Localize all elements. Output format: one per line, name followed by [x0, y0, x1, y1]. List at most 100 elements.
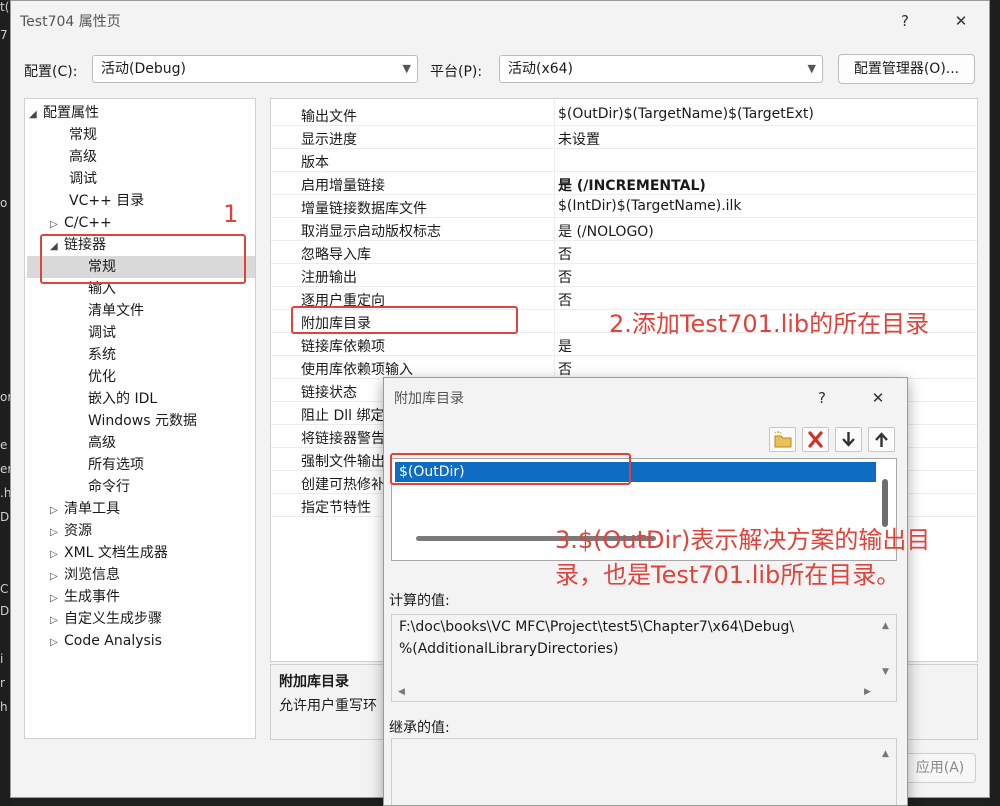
property-name: 强制文件输出 [301, 454, 385, 470]
move-down-button[interactable] [835, 427, 862, 452]
close-button[interactable]: ✕ [943, 7, 979, 35]
new-line-button[interactable] [769, 427, 796, 452]
tree-item-linker-advanced[interactable]: 高级 [88, 432, 116, 454]
property-row[interactable]: 注册输出 否 [271, 264, 977, 287]
property-name: 输出文件 [301, 109, 357, 125]
property-row[interactable]: 输出文件 $(OutDir)$(TargetName)$(TargetExt) [271, 103, 977, 126]
property-row[interactable]: 忽略导入库 否 [271, 241, 977, 264]
help-button[interactable]: ? [806, 384, 838, 412]
property-name: 使用库依赖项输入 [301, 362, 413, 378]
scroll-down-icon[interactable]: ▼ [882, 667, 889, 677]
property-value[interactable]: 未设置 [558, 129, 600, 149]
tree-item-linker-windows-metadata[interactable]: Windows 元数据 [88, 410, 197, 432]
collapsed-icon[interactable]: ▷ [50, 544, 64, 566]
tree-item-linker-debugging[interactable]: 调试 [88, 322, 116, 344]
tree-item-label: 资源 [64, 523, 92, 539]
property-value[interactable]: $(OutDir)$(TargetName)$(TargetExt) [558, 106, 814, 122]
tree-item-config-properties[interactable]: ◢ 配置属性 [29, 102, 99, 124]
property-value[interactable]: 否 [558, 244, 572, 264]
property-name: 链接库依赖项 [301, 339, 385, 355]
scroll-up-icon[interactable]: ▲ [882, 621, 889, 631]
config-label: 配置(C): [24, 64, 78, 80]
scroll-left-icon[interactable]: ◀ [398, 687, 405, 697]
annotation-box-outdir [390, 453, 631, 485]
tree-item-code-analysis[interactable]: ▷ Code Analysis [50, 630, 162, 652]
expanded-icon[interactable]: ◢ [29, 104, 43, 126]
property-value[interactable]: 否 [558, 359, 572, 379]
scroll-up-icon[interactable]: ▲ [882, 749, 889, 759]
property-row[interactable]: 启用增量链接 是 (/INCREMENTAL) [271, 172, 977, 195]
arrow-down-icon [842, 432, 855, 447]
annotation-step3-line2: 录，也是Test701.lib所在目录。 [555, 561, 901, 589]
annotation-step3-line1: 3.$(OutDir)表示解决方案的输出目 [555, 526, 931, 554]
subdialog-title: 附加库目录 [394, 391, 464, 407]
property-row[interactable]: 版本 [271, 149, 977, 172]
scroll-right-icon[interactable]: ▶ [864, 687, 871, 697]
tree-item-advanced[interactable]: 高级 [69, 146, 97, 168]
annotation-step1: 1 [223, 200, 239, 228]
property-name: 将链接器警告 [301, 431, 385, 447]
tree-item-linker-manifest[interactable]: 清单文件 [88, 300, 144, 322]
collapsed-icon[interactable]: ▷ [50, 522, 64, 544]
collapsed-icon[interactable]: ▷ [50, 500, 64, 522]
property-name: 忽略导入库 [301, 247, 371, 263]
inherited-value-box: ▲ [391, 738, 897, 805]
property-name: 创建可热修补 [301, 477, 385, 493]
property-row[interactable]: 取消显示启动版权标志 是 (/NOLOGO) [271, 218, 977, 241]
property-value[interactable]: 是 [558, 336, 572, 356]
property-row[interactable]: 增量链接数据库文件 $(IntDir)$(TargetName).ilk [271, 195, 977, 218]
tree-item-custom-build[interactable]: ▷ 自定义生成步骤 [50, 608, 162, 630]
tree-item-label: Code Analysis [64, 633, 162, 649]
tree-item-label: XML 文档生成器 [64, 545, 168, 561]
delete-line-button[interactable] [802, 427, 829, 452]
arrow-up-icon [875, 432, 888, 447]
property-tree: ◢ 配置属性 常规 高级 调试 VC++ 目录 ▷ C/C++ ◢ 链接器 常规 输入… [24, 98, 256, 739]
property-name: 版本 [301, 155, 329, 171]
config-select-value: 活动(Debug) [101, 61, 186, 77]
tree-item-manifest-tool[interactable]: ▷ 清单工具 [50, 498, 120, 520]
collapsed-icon[interactable]: ▷ [50, 610, 64, 632]
platform-select[interactable]: 活动(x64) ▼ [499, 55, 823, 83]
apply-button[interactable]: 应用(A) [904, 753, 976, 783]
property-value[interactable]: 否 [558, 290, 572, 310]
collapsed-icon[interactable]: ▷ [50, 214, 64, 236]
property-value[interactable]: 是 (/INCREMENTAL) [558, 175, 706, 195]
property-value[interactable]: $(IntDir)$(TargetName).ilk [558, 198, 742, 214]
property-value[interactable]: 是 (/NOLOGO) [558, 221, 654, 241]
tree-item-linker-system[interactable]: 系统 [88, 344, 116, 366]
collapsed-icon[interactable]: ▷ [50, 588, 64, 610]
additional-lib-dirs-dialog: 附加库目录 ? ✕ $(OutDir) 计算的值: F:\doc\books\V… [383, 377, 908, 806]
config-manager-button[interactable]: 配置管理器(O)... [838, 54, 975, 84]
property-name: 指定节特性 [301, 500, 371, 516]
tree-item-label: 自定义生成步骤 [64, 611, 162, 627]
tree-item-linker-optimization[interactable]: 优化 [88, 366, 116, 388]
property-row[interactable]: 显示进度 未设置 [271, 126, 977, 149]
tree-item-vc-directories[interactable]: VC++ 目录 [69, 190, 144, 212]
property-name: 启用增量链接 [301, 178, 385, 194]
tree-item-xml-doc[interactable]: ▷ XML 文档生成器 [50, 542, 168, 564]
tree-item-linker-command-line[interactable]: 命令行 [88, 476, 130, 498]
move-up-button[interactable] [868, 427, 895, 452]
close-button[interactable]: ✕ [862, 384, 894, 412]
annotation-box-lib-dirs [291, 306, 518, 334]
tree-item-debugging[interactable]: 调试 [69, 168, 97, 190]
tree-item-linker-all-options[interactable]: 所有选项 [88, 454, 144, 476]
tree-item-resources[interactable]: ▷ 资源 [50, 520, 92, 542]
property-name: 链接状态 [301, 385, 357, 401]
tree-item-build-events[interactable]: ▷ 生成事件 [50, 586, 120, 608]
annotation-box-linker [40, 234, 246, 284]
collapsed-icon[interactable]: ▷ [50, 566, 64, 588]
calculated-value-box: F:\doc\books\VC MFC\Project\test5\Chapte… [391, 614, 897, 702]
property-value[interactable]: 否 [558, 267, 572, 287]
tree-item-general[interactable]: 常规 [69, 124, 97, 146]
vertical-scrollbar[interactable] [882, 479, 888, 527]
config-select[interactable]: 活动(Debug) ▼ [92, 55, 418, 83]
inherited-value-label: 继承的值: [389, 720, 450, 736]
tree-item-cpp[interactable]: ▷ C/C++ [50, 212, 112, 234]
help-button[interactable]: ? [887, 7, 923, 35]
description-title: 附加库目录 [279, 674, 349, 690]
property-row[interactable]: 使用库依赖项输入 否 [271, 356, 977, 379]
tree-item-browse-info[interactable]: ▷ 浏览信息 [50, 564, 120, 586]
tree-item-linker-idl[interactable]: 嵌入的 IDL [88, 388, 157, 410]
collapsed-icon[interactable]: ▷ [50, 632, 64, 654]
